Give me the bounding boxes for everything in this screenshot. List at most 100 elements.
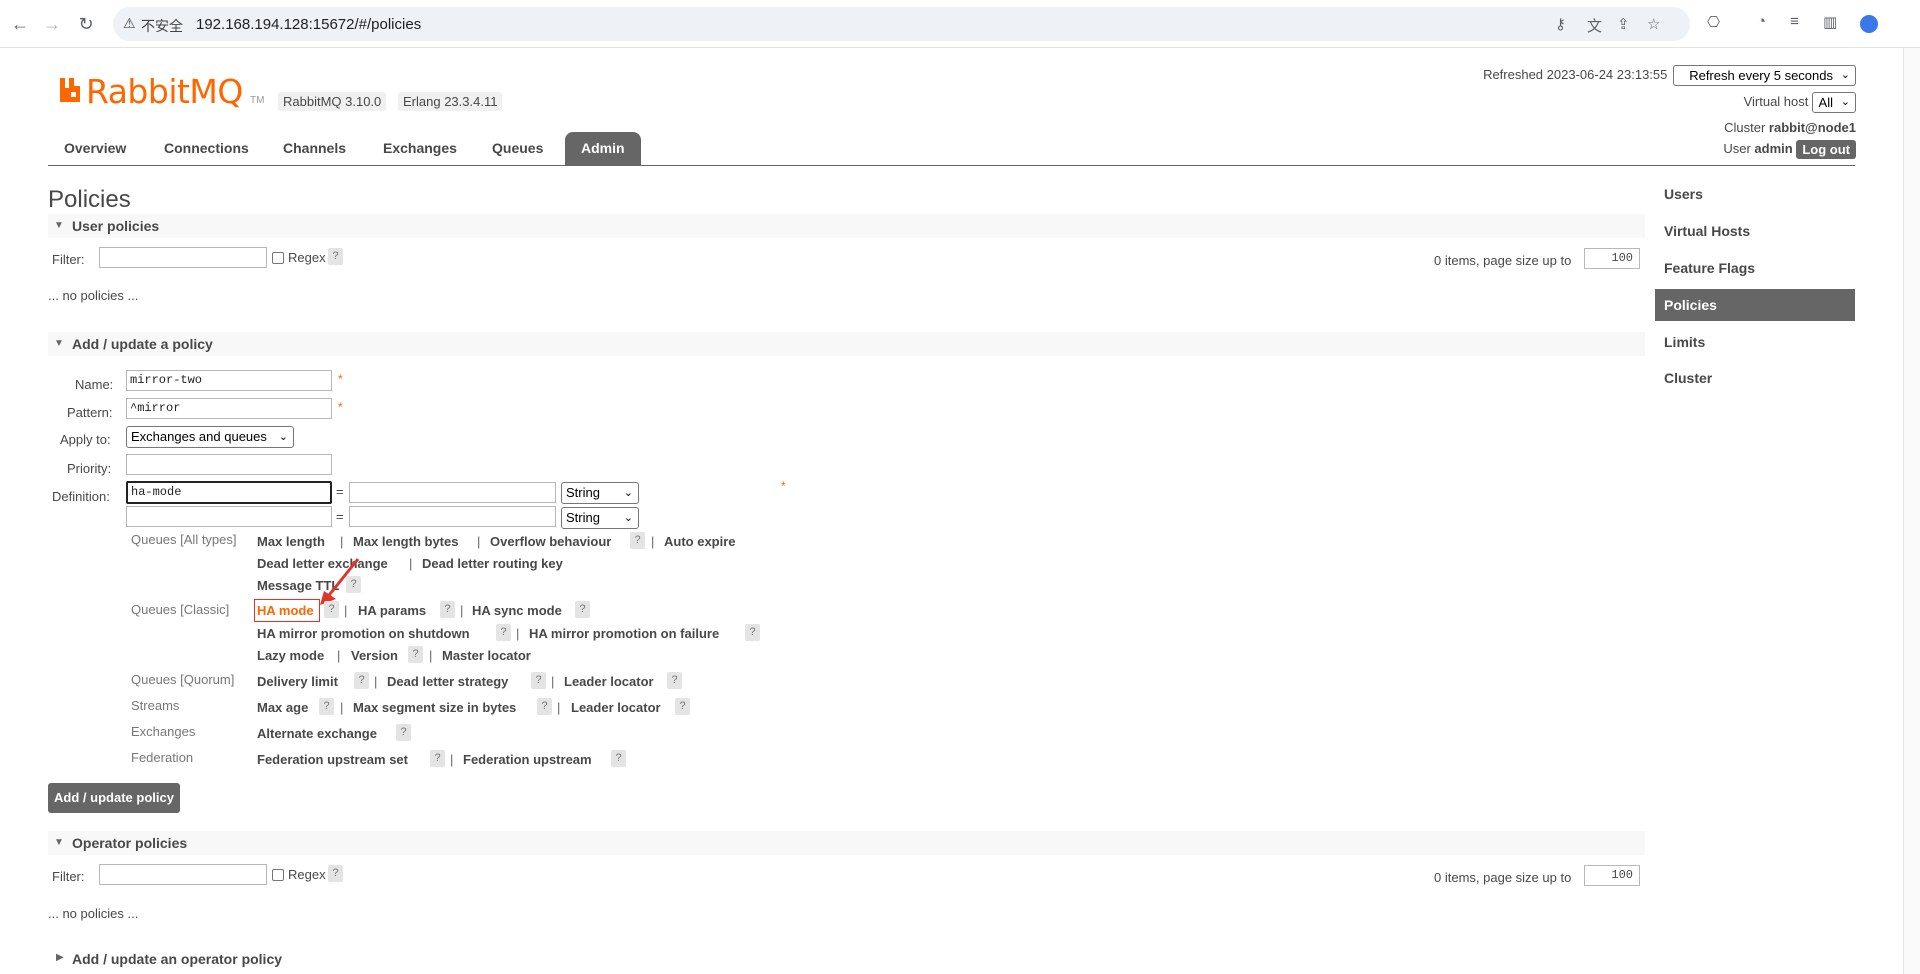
reading-list-icon[interactable]: ≡ (1790, 13, 1799, 30)
sidebar-item-cluster[interactable]: Cluster (1655, 362, 1855, 394)
user-policies-regex-checkbox[interactable] (272, 252, 284, 264)
insecure-label[interactable]: 不安全 (141, 16, 183, 36)
help-icon[interactable]: ? (324, 601, 339, 618)
help-icon[interactable]: ? (396, 724, 411, 741)
tab-admin[interactable]: Admin (565, 132, 641, 165)
address-bar[interactable]: ⚠ 不安全 192.168.194.128:15672/#/policies ⚷… (113, 7, 1690, 41)
operator-policies-page-size[interactable]: 100 (1584, 865, 1640, 886)
chevron-down-icon: ⌄ (623, 487, 633, 499)
key-ha-sync-mode[interactable]: HA sync mode (472, 603, 562, 618)
definition-value-input-1[interactable] (349, 482, 556, 503)
sidebar-item-limits[interactable]: Limits (1655, 326, 1855, 358)
separator: | (557, 700, 561, 715)
translate-icon[interactable]: 文 (1587, 15, 1602, 36)
key-dead-letter-routing-key[interactable]: Dead letter routing key (422, 556, 563, 571)
help-icon[interactable]: ? (675, 698, 690, 715)
key-dead-letter-strategy[interactable]: Dead letter strategy (387, 674, 508, 689)
logout-button[interactable]: Log out (1796, 140, 1856, 159)
definition-type-select-2[interactable]: String ⌄ (561, 507, 639, 529)
refresh-select[interactable]: Refresh every 5 seconds ⌄ (1673, 65, 1856, 86)
expand-triangle-icon: ▶ (56, 952, 64, 963)
help-icon[interactable]: ? (630, 532, 645, 549)
apply-to-select[interactable]: Exchanges and queues ⌄ (126, 426, 294, 448)
key-icon[interactable]: ⚷ (1555, 15, 1566, 33)
sidebar-item-feature-flags[interactable]: Feature Flags (1655, 252, 1855, 284)
tab-connections[interactable]: Connections (148, 132, 265, 165)
add-policy-header[interactable]: ▼ Add / update a policy (48, 332, 1645, 356)
add-operator-policy-header[interactable]: ▶ Add / update an operator policy (48, 951, 282, 967)
key-federation-upstream[interactable]: Federation upstream (463, 752, 592, 767)
help-icon[interactable]: ? (354, 672, 369, 689)
reload-icon[interactable]: ↻ (74, 12, 98, 36)
help-icon[interactable]: ? (667, 672, 682, 689)
definition-type-select-1[interactable]: String ⌄ (561, 482, 639, 504)
category-streams: Streams (131, 698, 180, 713)
help-icon[interactable]: ? (611, 750, 626, 767)
sidepanel-icon[interactable]: ▥ (1823, 13, 1837, 31)
page-scrollbar[interactable] (1903, 48, 1920, 974)
help-icon[interactable]: ? (328, 865, 343, 882)
tab-channels[interactable]: Channels (267, 132, 362, 165)
operator-policies-header[interactable]: ▼ Operator policies (48, 831, 1645, 855)
help-icon[interactable]: ? (319, 698, 334, 715)
key-lazy-mode[interactable]: Lazy mode (257, 648, 324, 663)
key-max-length[interactable]: Max length (257, 534, 325, 549)
key-leader-locator[interactable]: Leader locator (564, 674, 654, 689)
key-ha-params[interactable]: HA params (358, 603, 426, 618)
user-policies-header[interactable]: ▼ User policies (48, 214, 1645, 238)
help-icon[interactable]: ? (408, 646, 423, 663)
cluster-label: Cluster (1724, 120, 1766, 135)
key-alternate-exchange[interactable]: Alternate exchange (257, 726, 377, 741)
forward-icon[interactable]: → (40, 12, 64, 36)
extension-icon[interactable]: ⎔ (1707, 13, 1720, 31)
user-policies-page-size[interactable]: 100 (1584, 248, 1640, 269)
sidebar-item-users[interactable]: Users (1655, 178, 1855, 210)
definition-key-input-2[interactable] (126, 506, 332, 527)
key-ha-mode[interactable]: HA mode (257, 603, 314, 618)
share-icon[interactable]: ⇪ (1617, 15, 1630, 33)
tab-overview[interactable]: Overview (48, 132, 142, 165)
sidebar-item-virtual-hosts[interactable]: Virtual Hosts (1655, 215, 1855, 247)
add-update-policy-button[interactable]: Add / update policy (48, 783, 180, 813)
help-icon[interactable]: ? (575, 601, 590, 618)
help-icon[interactable]: ? (440, 601, 455, 618)
definition-value-input-2[interactable] (349, 506, 556, 527)
separator: | (450, 752, 454, 767)
bookmark-star-icon[interactable]: ☆ (1647, 15, 1660, 33)
vhost-select[interactable]: All ⌄ (1812, 92, 1856, 113)
key-max-segment-size[interactable]: Max segment size in bytes (353, 700, 516, 715)
url-text[interactable]: 192.168.194.128:15672/#/policies (196, 16, 421, 33)
help-icon[interactable]: ? (531, 672, 546, 689)
help-icon[interactable]: ? (745, 624, 760, 641)
policy-name-input[interactable]: mirror-two (126, 370, 332, 391)
key-max-age[interactable]: Max age (257, 700, 308, 715)
profile-avatar[interactable] (1860, 15, 1878, 33)
key-max-length-bytes[interactable]: Max length bytes (353, 534, 458, 549)
operator-policies-filter-input[interactable] (99, 864, 267, 885)
regex-label: Regex (288, 250, 326, 265)
help-icon[interactable]: ? (328, 248, 343, 265)
help-icon[interactable]: ? (430, 750, 445, 767)
equals-sign: = (336, 484, 344, 499)
key-federation-upstream-set[interactable]: Federation upstream set (257, 752, 408, 767)
key-delivery-limit[interactable]: Delivery limit (257, 674, 338, 689)
key-ha-promotion-failure[interactable]: HA mirror promotion on failure (529, 626, 719, 641)
policy-pattern-input[interactable]: ^mirror (126, 398, 332, 419)
user-policies-filter-input[interactable] (99, 247, 267, 268)
help-icon[interactable]: ? (537, 698, 552, 715)
back-icon[interactable]: ← (8, 12, 32, 36)
operator-policies-regex-checkbox[interactable] (272, 869, 284, 881)
tab-queues[interactable]: Queues (476, 132, 559, 165)
key-ha-promotion-shutdown[interactable]: HA mirror promotion on shutdown (257, 626, 470, 641)
tab-exchanges[interactable]: Exchanges (367, 132, 473, 165)
key-leader-locator-stream[interactable]: Leader locator (571, 700, 661, 715)
policy-priority-input[interactable] (126, 454, 332, 475)
sidebar-item-policies[interactable]: Policies (1655, 289, 1855, 321)
definition-key-input-1[interactable]: ha-mode (126, 481, 332, 504)
key-version[interactable]: Version (351, 648, 398, 663)
key-overflow-behaviour[interactable]: Overflow behaviour (490, 534, 611, 549)
extension-2-icon[interactable]: ◔ (1757, 13, 1766, 30)
help-icon[interactable]: ? (496, 624, 511, 641)
key-master-locator[interactable]: Master locator (442, 648, 531, 663)
key-auto-expire[interactable]: Auto expire (664, 534, 736, 549)
